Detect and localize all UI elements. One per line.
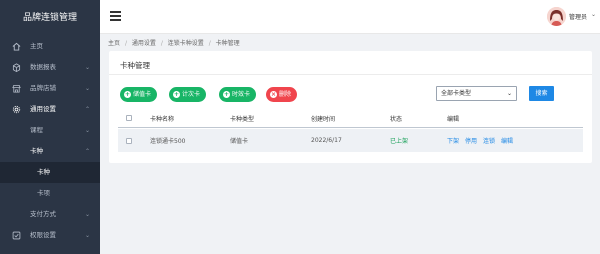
sidebar-item-label: 支付方式 — [30, 210, 56, 218]
breadcrumb-separator: / — [124, 40, 127, 47]
brand-title: 品牌连锁管理 — [0, 0, 100, 36]
row-actions: 下架 停用 连锁 编辑 — [447, 129, 519, 152]
chevron-down-icon[interactable]: ⌄ — [591, 11, 596, 18]
edit-link[interactable]: 编辑 — [501, 136, 513, 145]
column-header-status: 状态 — [390, 115, 403, 123]
sidebar-item-label: 卡种 — [30, 147, 43, 155]
breadcrumb-separator: / — [208, 40, 211, 47]
cell-name: 连锁通卡500 — [150, 138, 186, 145]
table-row: 连锁通卡500 储值卡 2022/6/17 已上架 下架 停用 连锁 编辑 — [118, 129, 583, 152]
sidebar-item-course[interactable]: 课程 ⌄ — [0, 120, 100, 141]
breadcrumb-item-current: 卡种管理 — [215, 40, 240, 47]
breadcrumb-item[interactable]: 主页 — [108, 40, 120, 47]
search-button[interactable]: 搜索 — [529, 86, 554, 101]
sidebar-item-label: 课程 — [30, 126, 43, 134]
unlist-link[interactable]: 下架 — [447, 136, 459, 145]
breadcrumb: 主页 / 通用设置 / 连锁卡种设置 / 卡种管理 — [108, 38, 243, 47]
home-icon — [12, 42, 21, 51]
chevron-down-icon: ⌄ — [84, 127, 90, 134]
sidebar-item-general-settings[interactable]: 通用设置 ⌃ — [0, 99, 100, 120]
breadcrumb-separator: / — [160, 40, 163, 47]
avatar[interactable] — [547, 7, 566, 26]
page-title: 卡种管理 — [120, 61, 150, 70]
cell-type: 储值卡 — [230, 138, 249, 145]
close-icon: × — [270, 91, 277, 98]
status-badge: 已上架 — [390, 138, 409, 145]
add-stored-value-card-button[interactable]: + 储值卡 — [120, 87, 158, 102]
select-value: 全部卡类型 — [441, 90, 472, 97]
sidebar-item-label: 卡项 — [37, 189, 50, 197]
sidebar-item-label: 数据报表 — [30, 63, 56, 71]
delete-button[interactable]: × 删除 — [266, 87, 298, 102]
card-type-select[interactable]: 全部卡类型 ⌄ — [436, 86, 517, 101]
column-header-created: 创建时间 — [311, 115, 336, 123]
card-management-panel: 卡种管理 + 储值卡 + 计次卡 + 时效卡 × 删除 全部卡类型 ⌄ 搜索 卡… — [109, 51, 592, 163]
menu-toggle-icon[interactable] — [110, 11, 121, 21]
sidebar-item-label: 权限设置 — [30, 231, 56, 239]
column-header-type: 卡种类型 — [230, 115, 255, 123]
sidebar: 品牌连锁管理 主页 数据报表 ⌄ 品牌店铺 ⌄ 通用设置 ⌃ 课程 ⌄ 卡种 ⌃… — [0, 0, 100, 254]
box-icon — [12, 63, 21, 72]
sidebar-item-card-type-group[interactable]: 卡种 ⌃ — [0, 141, 100, 162]
chevron-down-icon: ⌄ — [84, 64, 90, 71]
sidebar-item-label: 品牌店铺 — [30, 84, 56, 92]
check-icon — [12, 231, 21, 240]
chevron-down-icon: ⌄ — [84, 232, 90, 239]
disable-link[interactable]: 停用 — [465, 136, 477, 145]
button-label: 时效卡 — [232, 91, 251, 98]
button-label: 储值卡 — [133, 91, 152, 98]
chevron-down-icon: ⌄ — [84, 85, 90, 92]
select-all-checkbox[interactable] — [126, 115, 132, 121]
sidebar-item-label: 通用设置 — [30, 105, 56, 113]
sidebar-item-brand-store[interactable]: 品牌店铺 ⌄ — [0, 78, 100, 99]
sidebar-item-label: 主页 — [30, 42, 43, 50]
sidebar-item-home[interactable]: 主页 — [0, 36, 100, 57]
plus-icon: + — [124, 91, 131, 98]
gear-icon — [12, 105, 21, 114]
plus-icon: + — [173, 91, 180, 98]
divider — [109, 74, 592, 75]
sidebar-item-payment[interactable]: 支付方式 ⌄ — [0, 204, 100, 225]
avatar-icon — [547, 7, 566, 26]
row-checkbox[interactable] — [126, 137, 132, 144]
button-label: 删除 — [279, 91, 292, 98]
add-time-card-button[interactable]: + 时效卡 — [219, 87, 257, 102]
sidebar-item-permission[interactable]: 权限设置 ⌄ — [0, 225, 100, 246]
user-name[interactable]: 管理员 — [569, 12, 587, 21]
chain-link[interactable]: 连锁 — [483, 136, 495, 145]
table-header: 卡种名称 卡种类型 创建时间 状态 编辑 — [118, 109, 583, 128]
sidebar-item-card-type[interactable]: 卡种 — [0, 162, 100, 183]
breadcrumb-item[interactable]: 连锁卡种设置 — [168, 40, 204, 47]
breadcrumb-item[interactable]: 通用设置 — [132, 40, 156, 47]
chevron-up-icon: ⌃ — [84, 148, 90, 155]
button-label: 计次卡 — [182, 91, 201, 98]
column-header-edit: 编辑 — [447, 115, 460, 123]
chevron-down-icon: ⌄ — [84, 211, 90, 218]
add-count-card-button[interactable]: + 计次卡 — [169, 87, 207, 102]
chevron-up-icon: ⌃ — [84, 106, 90, 113]
store-icon — [12, 84, 21, 93]
sidebar-item-card-item[interactable]: 卡项 — [0, 183, 100, 204]
sidebar-item-data-report[interactable]: 数据报表 ⌄ — [0, 57, 100, 78]
column-header-name: 卡种名称 — [150, 115, 175, 123]
chevron-down-icon: ⌄ — [506, 90, 512, 97]
sidebar-item-label: 卡种 — [37, 168, 50, 176]
plus-icon: + — [223, 91, 230, 98]
cell-created: 2022/6/17 — [311, 137, 342, 144]
top-header: 管理员 ⌄ — [100, 0, 600, 34]
